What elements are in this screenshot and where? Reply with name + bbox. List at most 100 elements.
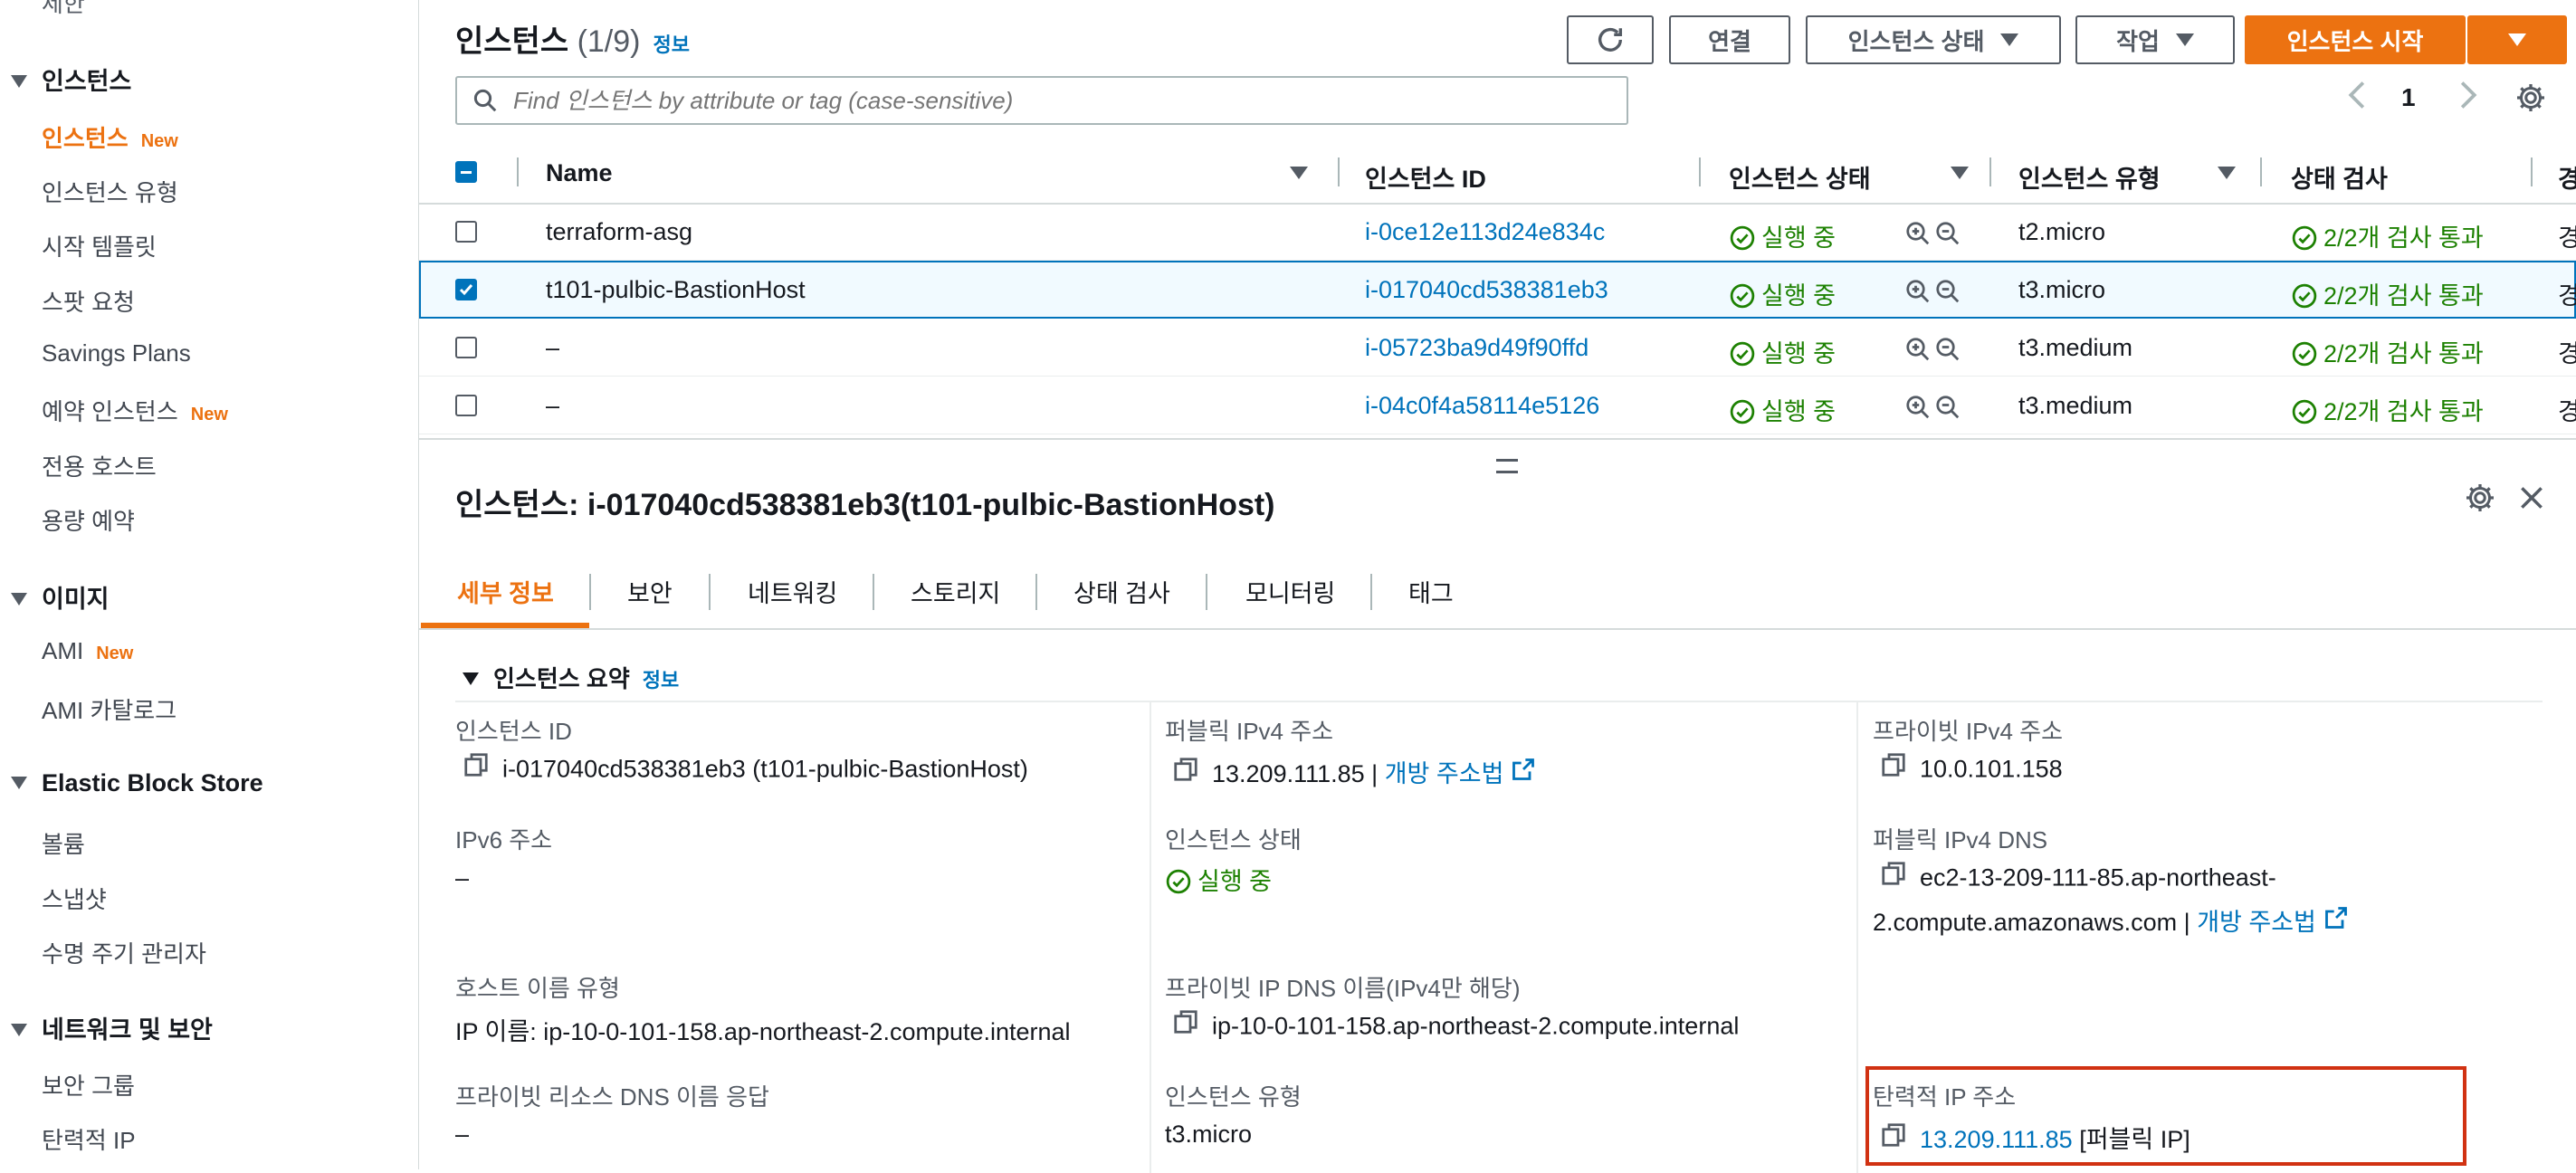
- select-all-checkbox[interactable]: [455, 161, 477, 183]
- open-address-link[interactable]: 개방 주소법: [2197, 909, 2316, 936]
- tab-security[interactable]: 보안: [627, 574, 673, 609]
- sidebar-item-instances[interactable]: 인스턴스 New: [42, 120, 178, 154]
- table-row-selected[interactable]: t101-pulbic-BastionHost i-017040cd538381…: [419, 261, 2576, 319]
- tab-monitoring[interactable]: 모니터링: [1245, 574, 1335, 609]
- info-link[interactable]: 정보: [654, 33, 690, 56]
- tab-networking[interactable]: 네트워킹: [748, 574, 837, 609]
- row-checkbox[interactable]: [455, 395, 477, 416]
- column-header-instance-type[interactable]: 인스턴스 유형: [2018, 159, 2161, 195]
- chevron-right-icon[interactable]: [2458, 80, 2478, 117]
- sort-caret-icon[interactable]: [2218, 167, 2236, 179]
- sidebar-item-instance-types[interactable]: 인스턴스 유형: [42, 175, 178, 208]
- caret-down-icon: [2000, 33, 2019, 46]
- tab-tags[interactable]: 태그: [1408, 574, 1454, 609]
- collapse-icon: [11, 776, 27, 789]
- tab-status-checks[interactable]: 상태 검사: [1073, 574, 1170, 609]
- field-label-hostname-type: 호스트 이름 유형: [455, 975, 620, 1002]
- column-header-instance-state[interactable]: 인스턴스 상태: [1729, 159, 1871, 195]
- instance-id-link[interactable]: i-017040cd538381eb3: [1365, 276, 1608, 304]
- zoom-out-icon[interactable]: [1934, 278, 1961, 310]
- external-link-icon[interactable]: [1511, 757, 1536, 788]
- zoom-out-icon[interactable]: [1934, 220, 1961, 252]
- page-number[interactable]: 1: [2401, 83, 2416, 112]
- status-check[interactable]: 2/2개 검사 통과: [2291, 218, 2484, 253]
- instance-id-link[interactable]: i-04c0f4a58114e5126: [1365, 392, 1599, 420]
- status-check[interactable]: 2/2개 검사 통과: [2291, 276, 2484, 311]
- sidebar-item-dedicated-hosts[interactable]: 전용 호스트: [42, 449, 157, 482]
- copy-icon[interactable]: [1880, 751, 1907, 785]
- check-circle-icon: [2292, 341, 2317, 367]
- launch-dropdown-button[interactable]: [2467, 15, 2567, 64]
- info-link[interactable]: 정보: [643, 669, 679, 691]
- sidebar-item-volumes[interactable]: 볼륨: [42, 826, 85, 860]
- sidebar-item-capacity-reservations[interactable]: 용량 예약: [42, 503, 135, 537]
- search-bar[interactable]: [455, 76, 1628, 125]
- zoom-in-icon[interactable]: [1904, 278, 1932, 310]
- summary-header[interactable]: 인스턴스 요약 정보: [463, 661, 679, 694]
- connect-button[interactable]: 연결: [1669, 15, 1790, 64]
- page-title: 인스턴스 (1/9) 정보: [455, 24, 690, 59]
- copy-icon[interactable]: [1880, 860, 1907, 893]
- sidebar-item-spot-requests[interactable]: 스팟 요청: [42, 284, 135, 318]
- summary-divider: [455, 701, 2543, 702]
- instance-id-link[interactable]: i-05723ba9d49f90ffd: [1365, 334, 1589, 362]
- sort-caret-icon[interactable]: [1951, 167, 1969, 179]
- external-link-icon[interactable]: [2323, 905, 2349, 937]
- sidebar-item-reserved-instances[interactable]: 예약 인스턴스 New: [42, 394, 228, 427]
- field-value-hostname-type: IP 이름: ip-10-0-101-158.ap-northeast-2.co…: [455, 1018, 1071, 1045]
- row-checkbox[interactable]: [455, 279, 477, 300]
- gear-icon[interactable]: [2514, 81, 2547, 120]
- table-row[interactable]: terraform-asg i-0ce12e113d24e834c 실행 중 t…: [419, 203, 2576, 261]
- instance-type: t3.medium: [2018, 392, 2133, 419]
- gear-icon[interactable]: [2464, 482, 2496, 519]
- sidebar-item-ami-catalog[interactable]: AMI 카탈로그: [42, 692, 177, 726]
- sidebar-item-savings-plans[interactable]: Savings Plans: [42, 339, 191, 367]
- tab-storage[interactable]: 스토리지: [911, 574, 1000, 609]
- row-checkbox[interactable]: [455, 221, 477, 243]
- copy-icon[interactable]: [463, 751, 490, 785]
- sidebar-item-launch-templates[interactable]: 시작 템플릿: [42, 229, 157, 262]
- column-header-status-check[interactable]: 상태 검사: [2291, 159, 2388, 195]
- status-check[interactable]: 2/2개 검사 통과: [2291, 334, 2484, 369]
- resize-handle-icon[interactable]: [1496, 459, 1518, 473]
- zoom-in-icon[interactable]: [1904, 394, 1932, 425]
- column-divider: [517, 157, 519, 186]
- tab-details[interactable]: 세부 정보: [457, 574, 554, 609]
- zoom-out-icon[interactable]: [1934, 394, 1961, 425]
- copy-icon[interactable]: [1172, 756, 1199, 789]
- zoom-out-icon[interactable]: [1934, 336, 1961, 367]
- launch-instances-button[interactable]: 인스턴스 시작: [2245, 15, 2466, 64]
- status-check[interactable]: 2/2개 검사 통과: [2291, 392, 2484, 427]
- column-header-instance-id[interactable]: 인스턴스 ID: [1365, 159, 1486, 195]
- open-address-link[interactable]: 개방 주소법: [1385, 760, 1504, 787]
- close-icon[interactable]: [2517, 483, 2546, 517]
- sidebar-item-security-groups[interactable]: 보안 그룹: [42, 1068, 135, 1101]
- row-checkbox[interactable]: [455, 337, 477, 358]
- sidebar-section-images[interactable]: 이미지: [11, 579, 110, 615]
- chevron-left-icon[interactable]: [2347, 80, 2367, 117]
- table-row[interactable]: – i-05723ba9d49f90ffd 실행 중 t3.medium 2/2…: [419, 319, 2576, 377]
- search-input[interactable]: [511, 85, 1627, 116]
- panel-splitter[interactable]: [419, 438, 2576, 456]
- sidebar-section-ebs[interactable]: Elastic Block Store: [11, 769, 263, 797]
- sidebar-section-network-security[interactable]: 네트워크 및 보안: [11, 1010, 213, 1045]
- refresh-button[interactable]: [1567, 15, 1654, 64]
- instance-id-link[interactable]: i-0ce12e113d24e834c: [1365, 218, 1605, 246]
- zoom-in-icon[interactable]: [1904, 336, 1932, 367]
- instance-state-button[interactable]: 인스턴스 상태: [1806, 15, 2061, 64]
- sidebar-item-elastic-ips[interactable]: 탄력적 IP: [42, 1122, 136, 1156]
- zoom-in-icon[interactable]: [1904, 220, 1932, 252]
- sidebar-item-lifecycle-manager[interactable]: 수명 주기 관리자: [42, 936, 206, 969]
- sidebar-item-snapshots[interactable]: 스냅샷: [42, 882, 107, 915]
- sidebar-item-ami[interactable]: AMI New: [42, 637, 133, 665]
- sidebar-section-instances[interactable]: 인스턴스: [11, 62, 131, 97]
- column-header-alarm[interactable]: 경: [2558, 159, 2576, 195]
- sidebar-item-limits[interactable]: 제한: [42, 0, 85, 19]
- tab-divider: [709, 574, 711, 610]
- actions-button[interactable]: 작업: [2075, 15, 2235, 64]
- search-icon: [473, 89, 497, 112]
- copy-icon[interactable]: [1172, 1008, 1199, 1042]
- table-row[interactable]: – i-04c0f4a58114e5126 실행 중 t3.medium 2/2…: [419, 377, 2576, 434]
- column-header-name[interactable]: Name: [546, 159, 613, 187]
- sort-caret-icon[interactable]: [1290, 167, 1308, 179]
